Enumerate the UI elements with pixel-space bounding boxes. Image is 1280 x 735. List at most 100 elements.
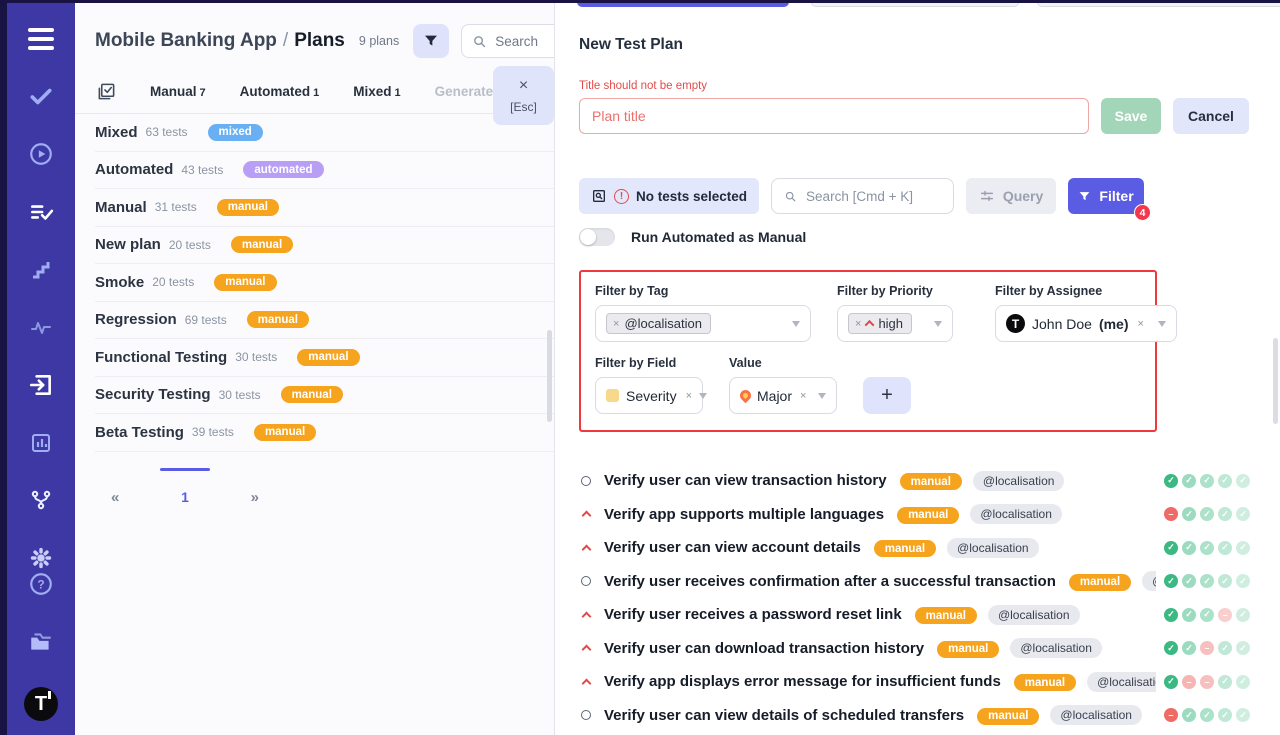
test-row[interactable]: Verify user receives confirmation after …: [579, 565, 1250, 599]
esc-close-button[interactable]: × [Esc]: [493, 66, 554, 125]
plans-search-box[interactable]: [461, 24, 555, 58]
plan-row[interactable]: Beta Testing 39 tests manual: [95, 414, 554, 452]
plan-row[interactable]: Automated 43 tests automated: [95, 152, 554, 190]
sidebar-item-runs[interactable]: [24, 141, 58, 167]
status-icon: [1218, 708, 1232, 722]
sidebar-item-help[interactable]: ?: [24, 571, 58, 597]
test-row[interactable]: Verify app supports multiple languages m…: [579, 498, 1250, 532]
filter-assignee-select[interactable]: T John Doe (me) ×: [995, 305, 1177, 342]
test-row[interactable]: Verify user can view details of schedule…: [579, 699, 1250, 733]
tab-manual[interactable]: Manual7: [150, 84, 206, 99]
status-icon: [1218, 574, 1232, 588]
sidebar-item-activity[interactable]: [24, 315, 58, 340]
tab-generated[interactable]: Generated: [435, 84, 502, 99]
remove-field-icon[interactable]: ×: [686, 390, 692, 402]
pagination-page-1[interactable]: 1: [181, 489, 189, 505]
warning-icon: !: [614, 189, 629, 204]
run-automated-toggle[interactable]: [579, 228, 615, 246]
test-tag[interactable]: @localisation: [988, 605, 1080, 625]
sidebar-item-steps[interactable]: [24, 257, 58, 282]
filter-tag-select[interactable]: ×@localisation: [595, 305, 811, 342]
add-filter-button[interactable]: +: [863, 377, 911, 414]
test-title[interactable]: Verify user can view account details: [604, 539, 861, 556]
tab-automated[interactable]: Automated1: [240, 84, 320, 99]
plan-name: Functional Testing: [95, 349, 227, 366]
plan-title-input[interactable]: [579, 98, 1089, 134]
plan-type-badge: mixed: [208, 124, 263, 141]
sidebar-item-settings[interactable]: [24, 545, 58, 571]
plan-row[interactable]: Smoke 20 tests manual: [95, 264, 554, 302]
plan-name: New plan: [95, 236, 161, 253]
run-status-icons: [1164, 541, 1250, 555]
plan-row[interactable]: Regression 69 tests manual: [95, 302, 554, 340]
plans-filter-button[interactable]: [413, 24, 449, 58]
test-tag[interactable]: @localisation: [1142, 571, 1156, 591]
plan-row[interactable]: New plan 20 tests manual: [95, 227, 554, 265]
test-title[interactable]: Verify app supports multiple languages: [604, 506, 884, 523]
account-logo-button[interactable]: T: [24, 687, 58, 721]
pagination-next-button[interactable]: »: [251, 489, 259, 506]
status-icon: [1218, 641, 1232, 655]
test-tag[interactable]: @localisation: [1050, 705, 1142, 725]
select-all-button[interactable]: [97, 82, 116, 101]
breadcrumb-project[interactable]: Mobile Banking App: [95, 30, 277, 51]
test-title[interactable]: Verify user can view transaction history: [604, 472, 887, 489]
plan-list: Mixed 63 tests mixed Automated 43 tests …: [75, 114, 554, 452]
plan-row[interactable]: Security Testing 30 tests manual: [95, 377, 554, 415]
status-icon: [1218, 675, 1232, 689]
plan-row[interactable]: Functional Testing 30 tests manual: [95, 339, 554, 377]
test-title[interactable]: Verify user receives a password reset li…: [604, 606, 902, 623]
tests-search-box[interactable]: [771, 178, 954, 214]
plan-test-count: 63 tests: [146, 125, 188, 139]
test-title[interactable]: Verify app displays error message for in…: [604, 673, 1001, 690]
chevron-down-icon: [1158, 321, 1166, 327]
tab-mixed[interactable]: Mixed1: [353, 84, 400, 99]
test-title[interactable]: Verify user can download transaction his…: [604, 640, 924, 657]
pagination-prev-button[interactable]: «: [111, 489, 119, 506]
priority-chip: ×high: [848, 313, 912, 334]
test-tag[interactable]: @localisation: [970, 504, 1062, 524]
cancel-button[interactable]: Cancel: [1173, 98, 1249, 134]
save-button[interactable]: Save: [1101, 98, 1161, 134]
remove-value-icon[interactable]: ×: [800, 390, 806, 402]
plans-scrollbar[interactable]: [547, 330, 552, 422]
status-icon: [1218, 474, 1232, 488]
test-row[interactable]: Verify user receives a password reset li…: [579, 598, 1250, 632]
remove-priority-icon[interactable]: ×: [855, 318, 861, 330]
sidebar-item-tests[interactable]: [24, 83, 58, 109]
plan-type-badge: manual: [254, 424, 316, 441]
test-row[interactable]: Verify app displays error message for in…: [579, 665, 1250, 699]
plan-row[interactable]: Manual 31 tests manual: [95, 189, 554, 227]
filter-priority-select[interactable]: ×high: [837, 305, 953, 342]
filter-button[interactable]: Filter 4: [1068, 178, 1144, 214]
plans-search-input[interactable]: [495, 34, 555, 49]
test-row[interactable]: Verify user can view transaction history…: [579, 464, 1250, 498]
test-row[interactable]: Verify user can view account details man…: [579, 531, 1250, 565]
test-row[interactable]: Verify user can download transaction his…: [579, 632, 1250, 666]
status-icon: [1200, 507, 1214, 521]
test-tag[interactable]: @localisation: [1087, 672, 1156, 692]
validation-error: Title should not be empty: [579, 80, 1250, 92]
remove-tag-icon[interactable]: ×: [613, 318, 619, 330]
tests-search-input[interactable]: [806, 189, 941, 204]
test-tag[interactable]: @localisation: [947, 538, 1039, 558]
editor-scrollbar[interactable]: [1273, 338, 1278, 424]
test-tag[interactable]: @localisation: [973, 471, 1065, 491]
filter-value-select[interactable]: Major ×: [729, 377, 837, 414]
test-type-badge: manual: [977, 708, 1039, 725]
sidebar-item-branches[interactable]: [24, 488, 58, 513]
test-title[interactable]: Verify user can view details of schedule…: [604, 707, 964, 724]
remove-assignee-icon[interactable]: ×: [1138, 318, 1144, 330]
active-page-indicator: [160, 468, 210, 471]
hamburger-menu-button[interactable]: [24, 26, 58, 51]
test-type-badge: manual: [897, 507, 959, 524]
sidebar-item-import[interactable]: [24, 372, 58, 398]
test-tag[interactable]: @localisation: [1010, 638, 1102, 658]
query-button[interactable]: Query: [966, 178, 1056, 214]
filter-field-select[interactable]: Severity ×: [595, 377, 703, 414]
sidebar-item-projects[interactable]: [24, 629, 58, 655]
test-title[interactable]: Verify user receives confirmation after …: [604, 573, 1056, 590]
sidebar-item-test-plans[interactable]: [24, 199, 58, 225]
plan-row[interactable]: Mixed 63 tests mixed: [95, 114, 554, 152]
sidebar-item-analytics[interactable]: [24, 430, 58, 455]
